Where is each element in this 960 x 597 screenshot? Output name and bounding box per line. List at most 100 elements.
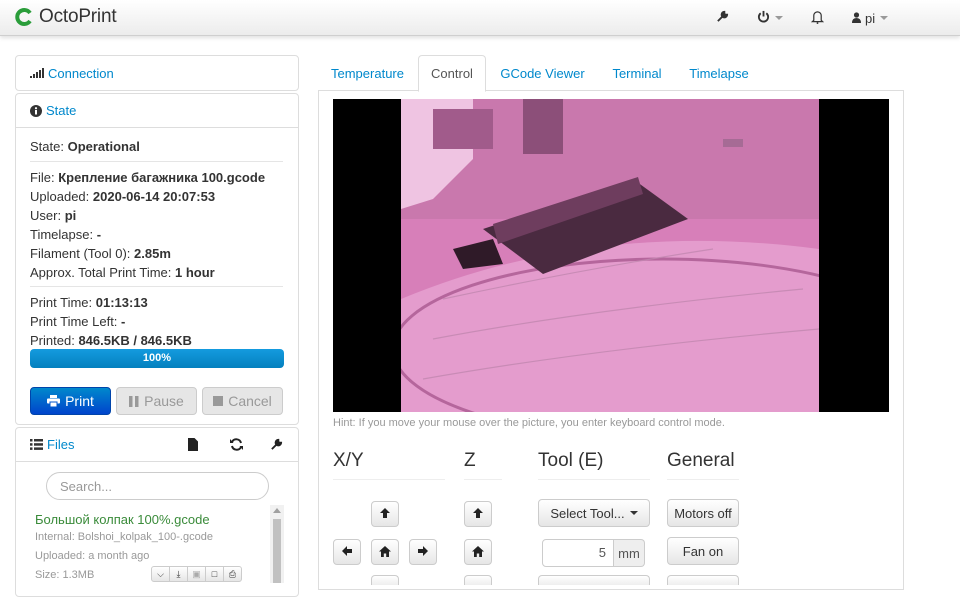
- extrude-button[interactable]: [538, 575, 650, 585]
- xy-heading: X/Y: [333, 450, 364, 471]
- approx-time-line: Approx. Total Print Time: 1 hour: [30, 265, 215, 280]
- extrude-amount-input[interactable]: 5: [542, 539, 614, 567]
- chevron-down-icon: [775, 16, 783, 20]
- notifications[interactable]: [810, 9, 825, 27]
- select-tool-dropdown[interactable]: Select Tool...: [538, 499, 650, 527]
- divider: [30, 161, 283, 162]
- tool-heading: Tool (E): [538, 450, 604, 471]
- home-xy-button[interactable]: [371, 539, 399, 565]
- uploaded-value: 2020-06-14 20:07:53: [92, 189, 216, 204]
- file-action-buttons: ⌵ ⤓ ▣ □ ⎙: [151, 566, 242, 582]
- timelapse-line: Timelapse: -: [30, 227, 102, 242]
- trash-icon: ▣: [192, 568, 201, 579]
- webcam-hint: Hint: If you move your mouse over the pi…: [333, 417, 725, 429]
- fan-on-button[interactable]: Fan on: [667, 537, 739, 565]
- new-file-icon[interactable]: [188, 438, 198, 454]
- tab-timelapse[interactable]: Timelapse: [678, 55, 760, 92]
- print-button[interactable]: Print: [30, 387, 111, 415]
- jog-x-plus-button[interactable]: [409, 539, 437, 565]
- file-list-scrollbar[interactable]: [270, 505, 284, 583]
- bell-icon: [810, 10, 825, 27]
- connection-header[interactable]: Connection: [16, 56, 298, 90]
- expand-button[interactable]: ⌵: [151, 566, 170, 582]
- delete-button[interactable]: ▣: [187, 566, 206, 582]
- state-header[interactable]: State: [16, 94, 298, 128]
- z-heading: Z: [464, 450, 476, 471]
- home-z-button[interactable]: [464, 539, 492, 565]
- brand[interactable]: OctoPrint: [14, 6, 117, 28]
- connection-panel: Connection: [15, 55, 299, 91]
- uploaded-line: Uploaded: 2020-06-14 20:07:53: [30, 189, 216, 204]
- user-menu[interactable]: pi: [852, 9, 889, 27]
- user-name: pi: [865, 10, 876, 26]
- jog-y-plus-button[interactable]: [371, 501, 399, 527]
- load-and-print-button[interactable]: ⎙: [223, 566, 242, 582]
- file-value: Крепление багажника 100.gcode: [58, 170, 266, 185]
- time-left-value: -: [121, 314, 126, 329]
- divider: [538, 479, 650, 480]
- motors-off-button[interactable]: Motors off: [667, 499, 739, 527]
- jog-z-plus-button[interactable]: [464, 501, 492, 527]
- chevron-down-icon: ⌵: [157, 568, 164, 579]
- settings-nav[interactable]: [716, 9, 729, 27]
- printed-value: 846.5KB / 846.5KB: [78, 333, 192, 348]
- fan-off-button[interactable]: [667, 575, 739, 585]
- jog-x-minus-button[interactable]: [333, 539, 361, 565]
- file-search-input[interactable]: Search...: [46, 472, 269, 500]
- print-time-line: Print Time: 01:13:13: [30, 295, 148, 310]
- arrow-left-icon: [341, 545, 353, 560]
- general-heading: General: [667, 450, 735, 471]
- divider: [333, 479, 445, 480]
- pause-button[interactable]: Pause: [116, 387, 197, 415]
- printer-icon: [47, 395, 61, 407]
- connection-title: Connection: [48, 65, 114, 81]
- jog-z-minus-button[interactable]: [464, 575, 492, 585]
- wrench-icon[interactable]: [270, 438, 283, 454]
- folder-open-icon: □: [211, 569, 218, 579]
- tab-terminal[interactable]: Terminal: [602, 55, 672, 92]
- divider: [30, 286, 283, 287]
- arrow-up-icon: [379, 507, 391, 522]
- tab-control[interactable]: Control: [418, 55, 486, 92]
- state-line: State: Operational: [30, 139, 140, 154]
- file-uploaded: Uploaded: a month ago: [35, 550, 150, 562]
- power-icon: [757, 10, 770, 26]
- scroll-thumb[interactable]: [273, 519, 281, 583]
- refresh-icon[interactable]: [230, 438, 243, 454]
- file-list-item-name[interactable]: Большой колпак 100%.gcode: [35, 512, 210, 527]
- user-line: User: pi: [30, 208, 77, 223]
- approx-time-value: 1 hour: [175, 265, 215, 280]
- files-title: Files: [47, 437, 75, 452]
- filament-value: 2.85m: [134, 246, 171, 261]
- home-icon: [379, 545, 391, 560]
- print-time-value: 01:13:13: [95, 295, 148, 310]
- file-internal-name: Internal: Bolshoi_kolpak_100-.gcode: [35, 531, 213, 543]
- divider: [464, 479, 502, 480]
- extrude-unit-label: mm: [614, 539, 645, 567]
- signal-icon: [30, 68, 44, 78]
- filament-line: Filament (Tool 0): 2.85m: [30, 246, 171, 261]
- load-button[interactable]: □: [205, 566, 224, 582]
- arrow-up-icon: [472, 507, 484, 522]
- printed-line: Printed: 846.5KB / 846.5KB: [30, 333, 192, 348]
- tab-gcode-viewer[interactable]: GCode Viewer: [489, 55, 596, 92]
- webcam-stream[interactable]: [333, 99, 889, 412]
- system-menu[interactable]: [757, 9, 783, 27]
- chevron-down-icon: [880, 16, 889, 20]
- home-icon: [472, 545, 484, 560]
- chevron-down-icon: [629, 511, 638, 515]
- state-title: State: [46, 103, 77, 118]
- user-value: pi: [64, 208, 77, 223]
- tab-temperature[interactable]: Temperature: [320, 55, 415, 92]
- time-left-line: Print Time Left: -: [30, 314, 126, 329]
- jog-y-minus-button[interactable]: [371, 575, 399, 585]
- download-button[interactable]: ⤓: [169, 566, 188, 582]
- progress-text: 100%: [142, 352, 172, 364]
- files-header[interactable]: Files: [16, 428, 298, 462]
- timelapse-value: -: [96, 227, 102, 242]
- cancel-button[interactable]: Cancel: [202, 387, 283, 415]
- stop-icon: [213, 396, 224, 406]
- info-icon: [30, 104, 42, 117]
- list-icon: [30, 439, 43, 450]
- scroll-up-arrow-icon[interactable]: [273, 508, 281, 513]
